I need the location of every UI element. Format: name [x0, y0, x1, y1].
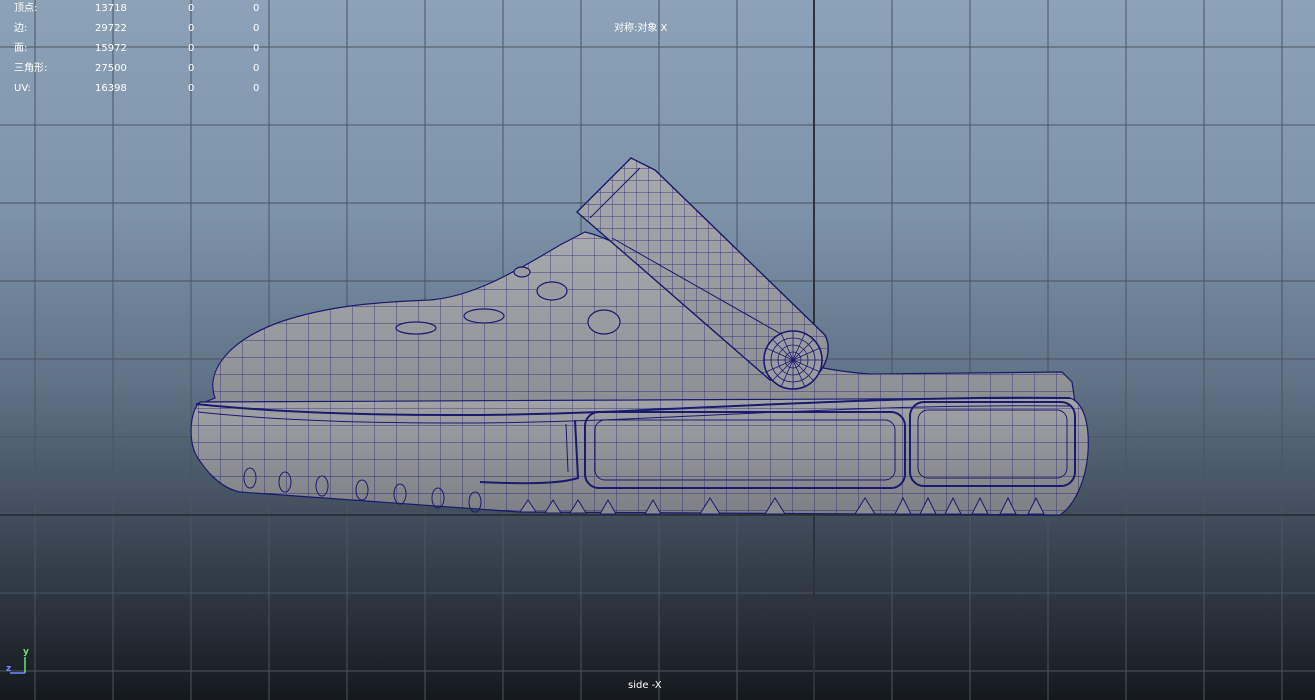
stat-value: 0 [188, 43, 195, 54]
stat-label: 顶点: [14, 3, 38, 14]
stat-label: 边: [14, 23, 28, 34]
stat-value: 16398 [95, 83, 127, 94]
symmetry-indicator: 对称:对象 X [614, 23, 668, 34]
stat-value: 0 [188, 83, 195, 94]
stat-value: 0 [253, 23, 260, 34]
stat-value: 0 [253, 43, 260, 54]
stat-value: 0 [253, 63, 260, 74]
stat-value: 15972 [95, 43, 127, 54]
stat-row-faces: 面: 15972 0 0 [14, 39, 274, 59]
stat-value: 0 [188, 23, 195, 34]
stat-row-edges: 边: 29722 0 0 [14, 19, 274, 39]
poly-count-hud: 顶点: 13718 0 0 边: 29722 0 0 面: 15972 0 0 … [14, 0, 274, 99]
stat-row-uvs: UV: 16398 0 0 [14, 79, 274, 99]
stat-value: 0 [253, 3, 260, 14]
stat-value: 13718 [95, 3, 127, 14]
camera-name-label: side -X [628, 680, 662, 691]
shoe-model[interactable] [0, 0, 1315, 700]
view-axis-gizmo: y z [6, 647, 36, 678]
stat-label: UV: [14, 83, 31, 94]
axis-z-label: z [6, 664, 12, 674]
stat-row-vertices: 顶点: 13718 0 0 [14, 0, 274, 19]
stat-row-triangles: 三角形: 27500 0 0 [14, 59, 274, 79]
stat-value: 0 [188, 63, 195, 74]
stat-label: 三角形: [14, 63, 48, 74]
viewport-panel[interactable]: 顶点: 13718 0 0 边: 29722 0 0 面: 15972 0 0 … [0, 0, 1315, 700]
stat-value: 27500 [95, 63, 127, 74]
stat-value: 0 [253, 83, 260, 94]
stat-value: 0 [188, 3, 195, 14]
stat-label: 面: [14, 43, 28, 54]
axis-y-label: y [23, 647, 29, 657]
stat-value: 29722 [95, 23, 127, 34]
